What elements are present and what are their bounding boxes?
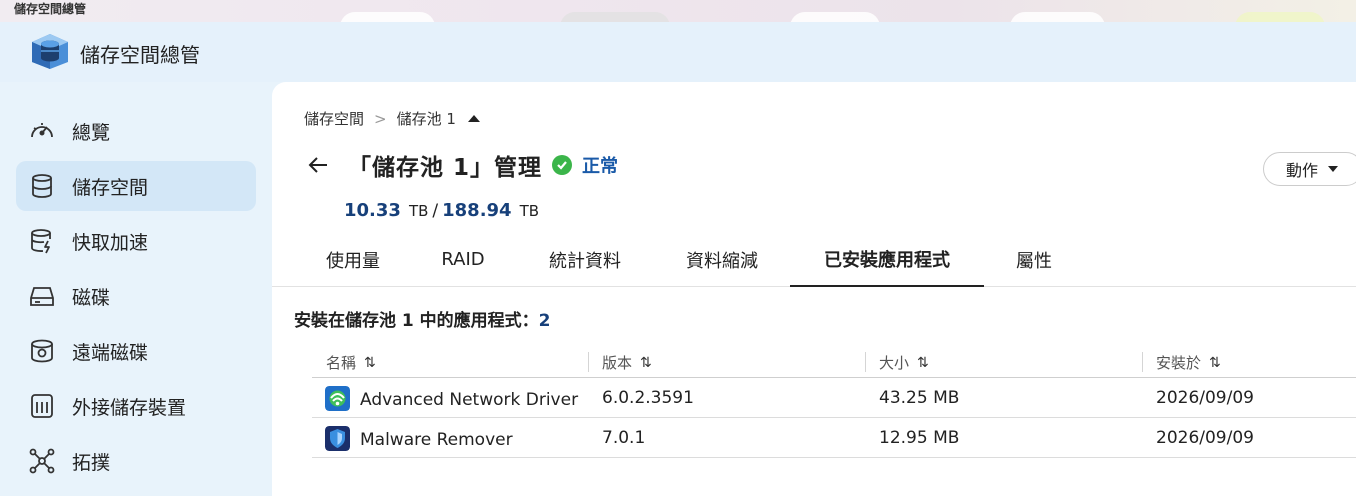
topology-icon (28, 447, 56, 475)
apps-table: 名稱 ⇅ 版本 ⇅ 大小 ⇅ 安裝於 ⇅ Advanced Network Dr… (312, 346, 1356, 458)
column-header-installed[interactable]: 安裝於 ⇅ (1156, 352, 1221, 373)
back-arrow-icon[interactable] (306, 153, 330, 177)
app-name-cell: Malware Remover (325, 426, 513, 451)
installed-apps-heading-text: 安裝在儲存池 1 中的應用程式： (294, 311, 539, 331)
database-icon (28, 172, 56, 200)
sidebar-item-label: 快取加速 (72, 231, 149, 254)
chevron-down-icon (1328, 166, 1339, 172)
tab-statistics[interactable]: 統計資料 (526, 232, 644, 287)
action-button[interactable]: 動作 (1263, 152, 1356, 186)
tab-data-reduction[interactable]: 資料縮減 (664, 232, 780, 287)
app-title: 儲存空間總管 (80, 43, 200, 67)
installed-apps-count: 2 (538, 311, 551, 331)
app-name-cell: Advanced Network Driver (325, 386, 579, 411)
titlebar-decoration (1235, 12, 1325, 22)
sidebar-item-label: 外接儲存裝置 (72, 396, 187, 419)
caret-up-icon[interactable] (467, 115, 480, 122)
tab-raid[interactable]: RAID (418, 232, 508, 287)
sort-arrows-icon[interactable]: ⇅ (364, 355, 376, 371)
app-version: 6.0.2.3591 (602, 388, 694, 408)
app-size: 43.25 MB (879, 388, 960, 408)
titlebar-decoration (1010, 12, 1105, 22)
capacity-used-unit: TB (408, 202, 429, 220)
column-divider[interactable] (588, 352, 589, 372)
check-circle-icon (552, 155, 573, 175)
breadcrumb-separator: > (374, 109, 387, 128)
app-version: 7.0.1 (602, 428, 646, 448)
sidebar-item-cache[interactable]: 快取加速 (16, 216, 256, 266)
window-titlebar: 儲存空間總管 (0, 0, 1356, 22)
sidebar-item-overview[interactable]: 總覽 (16, 106, 256, 156)
titlebar-decoration (560, 12, 670, 22)
sidebar-item-label: 拓撲 (72, 451, 111, 474)
malware-shield-icon (325, 426, 350, 451)
sidebar-item-label: 遠端磁碟 (72, 341, 149, 364)
status-text: 正常 (582, 156, 619, 177)
action-button-label: 動作 (1286, 161, 1319, 180)
app-installed-date: 2026/09/09 (1156, 388, 1254, 408)
column-header-name[interactable]: 名稱 ⇅ (326, 352, 376, 373)
sort-arrows-icon[interactable]: ⇅ (640, 355, 652, 371)
app-header: 儲存空間總管 (0, 22, 1356, 82)
sidebar-item-label: 儲存空間 (72, 176, 149, 199)
sidebar-item-storage[interactable]: 儲存空間 (16, 161, 256, 211)
remote-disk-icon (28, 337, 56, 365)
column-header-version[interactable]: 版本 ⇅ (602, 352, 652, 373)
window-title: 儲存空間總管 (14, 2, 87, 16)
installed-apps-heading: 安裝在儲存池 1 中的應用程式：2 (294, 306, 551, 331)
breadcrumb: 儲存空間 > 儲存池 1 (304, 108, 480, 129)
table-header: 名稱 ⇅ 版本 ⇅ 大小 ⇅ 安裝於 ⇅ (312, 346, 1356, 378)
app-installed-date: 2026/09/09 (1156, 428, 1254, 448)
column-divider[interactable] (1142, 352, 1143, 372)
tab-properties[interactable]: 屬性 (994, 232, 1074, 287)
column-header-label: 大小 (879, 354, 910, 372)
column-header-label: 安裝於 (1156, 354, 1202, 372)
sidebar-item-label: 磁碟 (72, 286, 111, 309)
capacity-total: 188.94 (442, 200, 512, 221)
gauge-icon (28, 117, 56, 145)
capacity-separator: / (432, 201, 439, 221)
app-size: 12.95 MB (879, 428, 960, 448)
page-title-row: 「儲存池 1」管理 正常 (306, 148, 618, 182)
sidebar-item-remote-disks[interactable]: 遠端磁碟 (16, 326, 256, 376)
disk-drive-icon (28, 282, 56, 310)
titlebar-decoration (340, 12, 435, 22)
column-divider[interactable] (865, 352, 866, 372)
sort-arrows-icon[interactable]: ⇅ (1209, 355, 1221, 371)
storage-manager-logo-icon (32, 34, 68, 69)
tab-installed-apps[interactable]: 已安裝應用程式 (790, 232, 984, 287)
table-row[interactable]: Advanced Network Driver 6.0.2.3591 43.25… (312, 378, 1356, 418)
tab-usage[interactable]: 使用量 (306, 232, 400, 287)
column-header-label: 名稱 (326, 354, 357, 372)
capacity-used: 10.33 (344, 200, 401, 221)
sidebar-item-topology[interactable]: 拓撲 (16, 436, 256, 486)
main-panel: 儲存空間 > 儲存池 1 「儲存池 1」管理 正常 動作 10.33 TB / … (272, 82, 1356, 496)
breadcrumb-current[interactable]: 儲存池 1 (397, 108, 456, 129)
sort-arrows-icon[interactable]: ⇅ (917, 355, 929, 371)
breadcrumb-root-link[interactable]: 儲存空間 (304, 108, 364, 129)
capacity-total-unit: TB (519, 202, 540, 220)
page-title: 「儲存池 1」管理 (348, 155, 543, 181)
capacity-summary: 10.33 TB / 188.94 TB (344, 200, 539, 221)
external-storage-icon (28, 392, 56, 420)
column-header-size[interactable]: 大小 ⇅ (879, 352, 929, 373)
titlebar-decoration (790, 12, 880, 22)
column-header-label: 版本 (602, 354, 633, 372)
sidebar-item-disks[interactable]: 磁碟 (16, 271, 256, 321)
cache-acceleration-icon (28, 227, 56, 255)
app-name: Advanced Network Driver (360, 389, 579, 410)
sidebar: 總覽 儲存空間 快取加速 磁碟 遠端磁碟 外接儲存裝置 拓撲 (0, 82, 272, 496)
tab-bar: 使用量 RAID 統計資料 資料縮減 已安裝應用程式 屬性 (272, 232, 1356, 287)
sidebar-item-external-storage[interactable]: 外接儲存裝置 (16, 381, 256, 431)
app-name: Malware Remover (360, 429, 513, 450)
table-row[interactable]: Malware Remover 7.0.1 12.95 MB 2026/09/0… (312, 418, 1356, 458)
network-driver-icon (325, 386, 350, 411)
sidebar-item-label: 總覽 (72, 121, 111, 144)
